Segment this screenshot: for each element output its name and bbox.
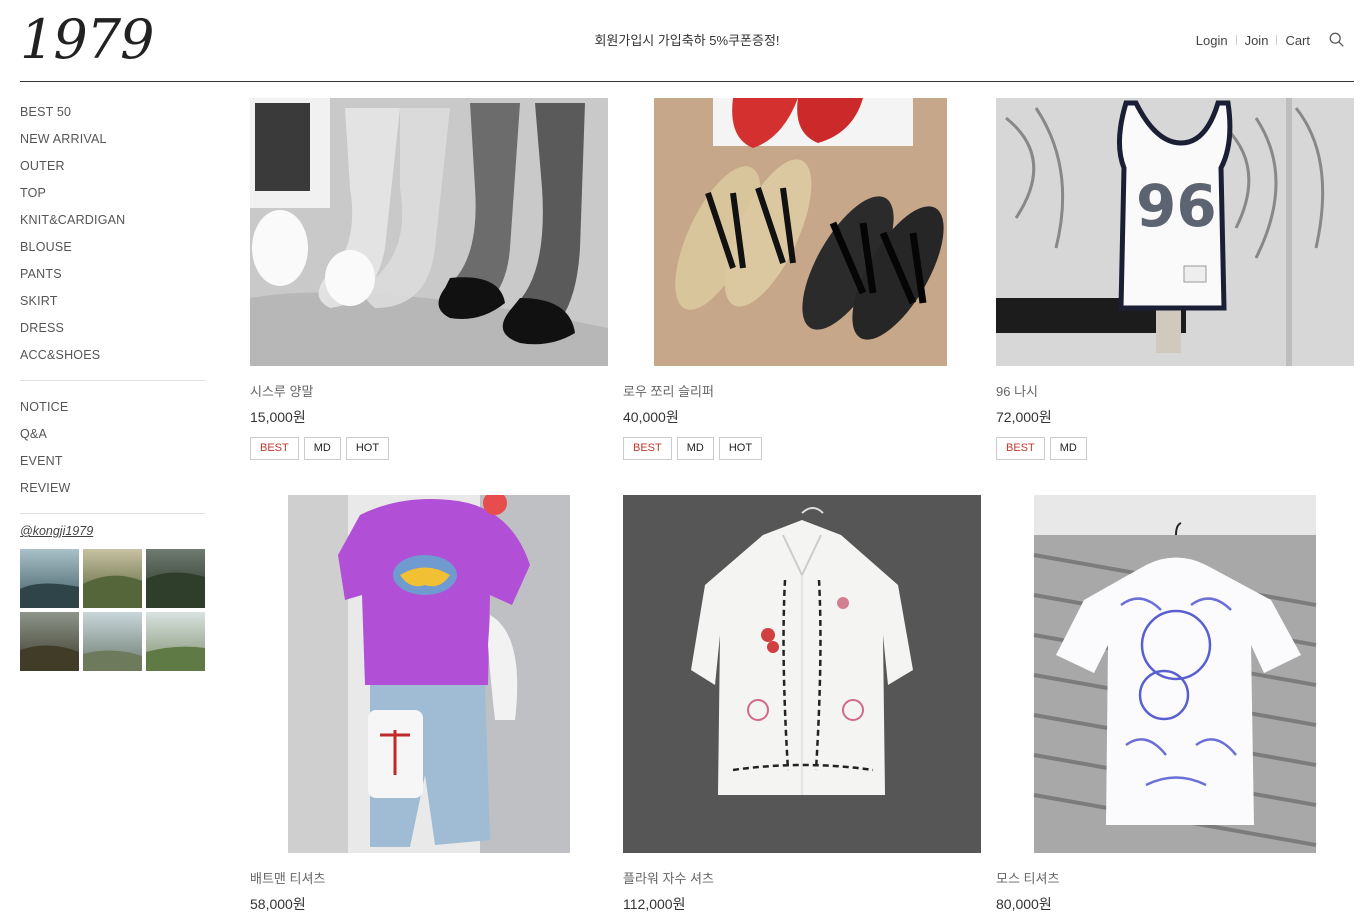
category-pants[interactable]: PANTS [20,258,205,285]
category-blouse[interactable]: BLOUSE [20,231,205,258]
product-image[interactable] [250,495,608,853]
hot-badge: HOT [718,437,763,460]
product-image[interactable]: 96 [996,98,1354,366]
category-acc-shoes[interactable]: ACC&SHOES [20,339,205,366]
product-card: 96 96 나시 72,000원 BEST MD [996,98,1354,460]
product-name[interactable]: 배트맨 티셔츠 [250,868,608,887]
md-badge: MD [676,437,714,460]
category-outer[interactable]: OUTER [20,150,205,177]
product-badges: BEST MD HOT [250,437,608,460]
promo-banner: 회원가입시 가입축하 5%쿠폰증정! [594,33,780,48]
best-badge: BEST [623,437,672,460]
product-card: 로우 쪼리 슬리퍼 40,000원 BEST MD HOT [623,98,981,460]
cart-link[interactable]: Cart [1277,33,1318,48]
product-price: 80,000원 [996,896,1052,912]
product-name[interactable]: 플라워 자수 셔츠 [623,868,981,887]
sidebar: BEST 50 NEW ARRIVAL OUTER TOP KNIT&CARDI… [20,96,205,671]
category-new-arrival[interactable]: NEW ARRIVAL [20,123,205,150]
board-event[interactable]: EVENT [20,445,205,472]
sidebar-divider [20,380,205,381]
product-price: 15,000원 [250,409,306,425]
instagram-photo[interactable] [83,612,142,671]
product-image[interactable] [250,98,608,366]
category-best50[interactable]: BEST 50 [20,96,205,123]
product-card: 시스루 양말 15,000원 BEST MD HOT [250,98,608,460]
category-dress[interactable]: DRESS [20,312,205,339]
product-name[interactable]: 96 나시 [996,381,1354,400]
md-badge: MD [303,437,341,460]
sidebar-divider [20,513,205,514]
product-name[interactable]: 로우 쪼리 슬리퍼 [623,381,981,400]
product-image[interactable] [996,495,1354,853]
product-image[interactable] [623,98,981,366]
category-top[interactable]: TOP [20,177,205,204]
product-price: 58,000원 [250,896,306,912]
board-qna[interactable]: Q&A [20,418,205,445]
product-price: 40,000원 [623,409,679,425]
login-link[interactable]: Login [1188,33,1236,48]
site-header: 1979 회원가입시 가입축하 5%쿠폰증정! Login Join Cart [20,0,1354,82]
board-notice[interactable]: NOTICE [20,391,205,418]
top-nav: Login Join Cart [1188,31,1346,49]
category-menu: BEST 50 NEW ARRIVAL OUTER TOP KNIT&CARDI… [20,96,205,366]
product-price: 112,000원 [623,896,686,912]
hot-badge: HOT [345,437,390,460]
instagram-photo[interactable] [146,612,205,671]
best-badge: BEST [996,437,1045,460]
product-card: 배트맨 티셔츠 58,000원 [250,495,608,912]
board-menu: NOTICE Q&A EVENT REVIEW [20,391,205,499]
instagram-feed [20,549,205,671]
md-badge: MD [1049,437,1087,460]
product-badges: BEST MD [996,437,1354,460]
join-link[interactable]: Join [1237,33,1277,48]
product-badges: BEST MD HOT [623,437,981,460]
product-price: 72,000원 [996,409,1052,425]
product-name[interactable]: 시스루 양말 [250,381,608,400]
board-review[interactable]: REVIEW [20,472,205,499]
best-badge: BEST [250,437,299,460]
instagram-photo[interactable] [83,549,142,608]
product-name[interactable]: 모스 티셔츠 [996,868,1354,887]
instagram-handle[interactable]: @kongji1979 [20,524,205,538]
instagram-photo[interactable] [20,549,79,608]
svg-text:96: 96 [1136,172,1217,240]
product-card: 플라워 자수 셔츠 112,000원 [623,495,981,912]
product-image[interactable] [623,495,981,853]
search-icon[interactable] [1328,31,1346,49]
instagram-photo[interactable] [146,549,205,608]
instagram-photo[interactable] [20,612,79,671]
category-skirt[interactable]: SKIRT [20,285,205,312]
product-card: 모스 티셔츠 80,000원 [996,495,1354,912]
category-knit-cardigan[interactable]: KNIT&CARDIGAN [20,204,205,231]
